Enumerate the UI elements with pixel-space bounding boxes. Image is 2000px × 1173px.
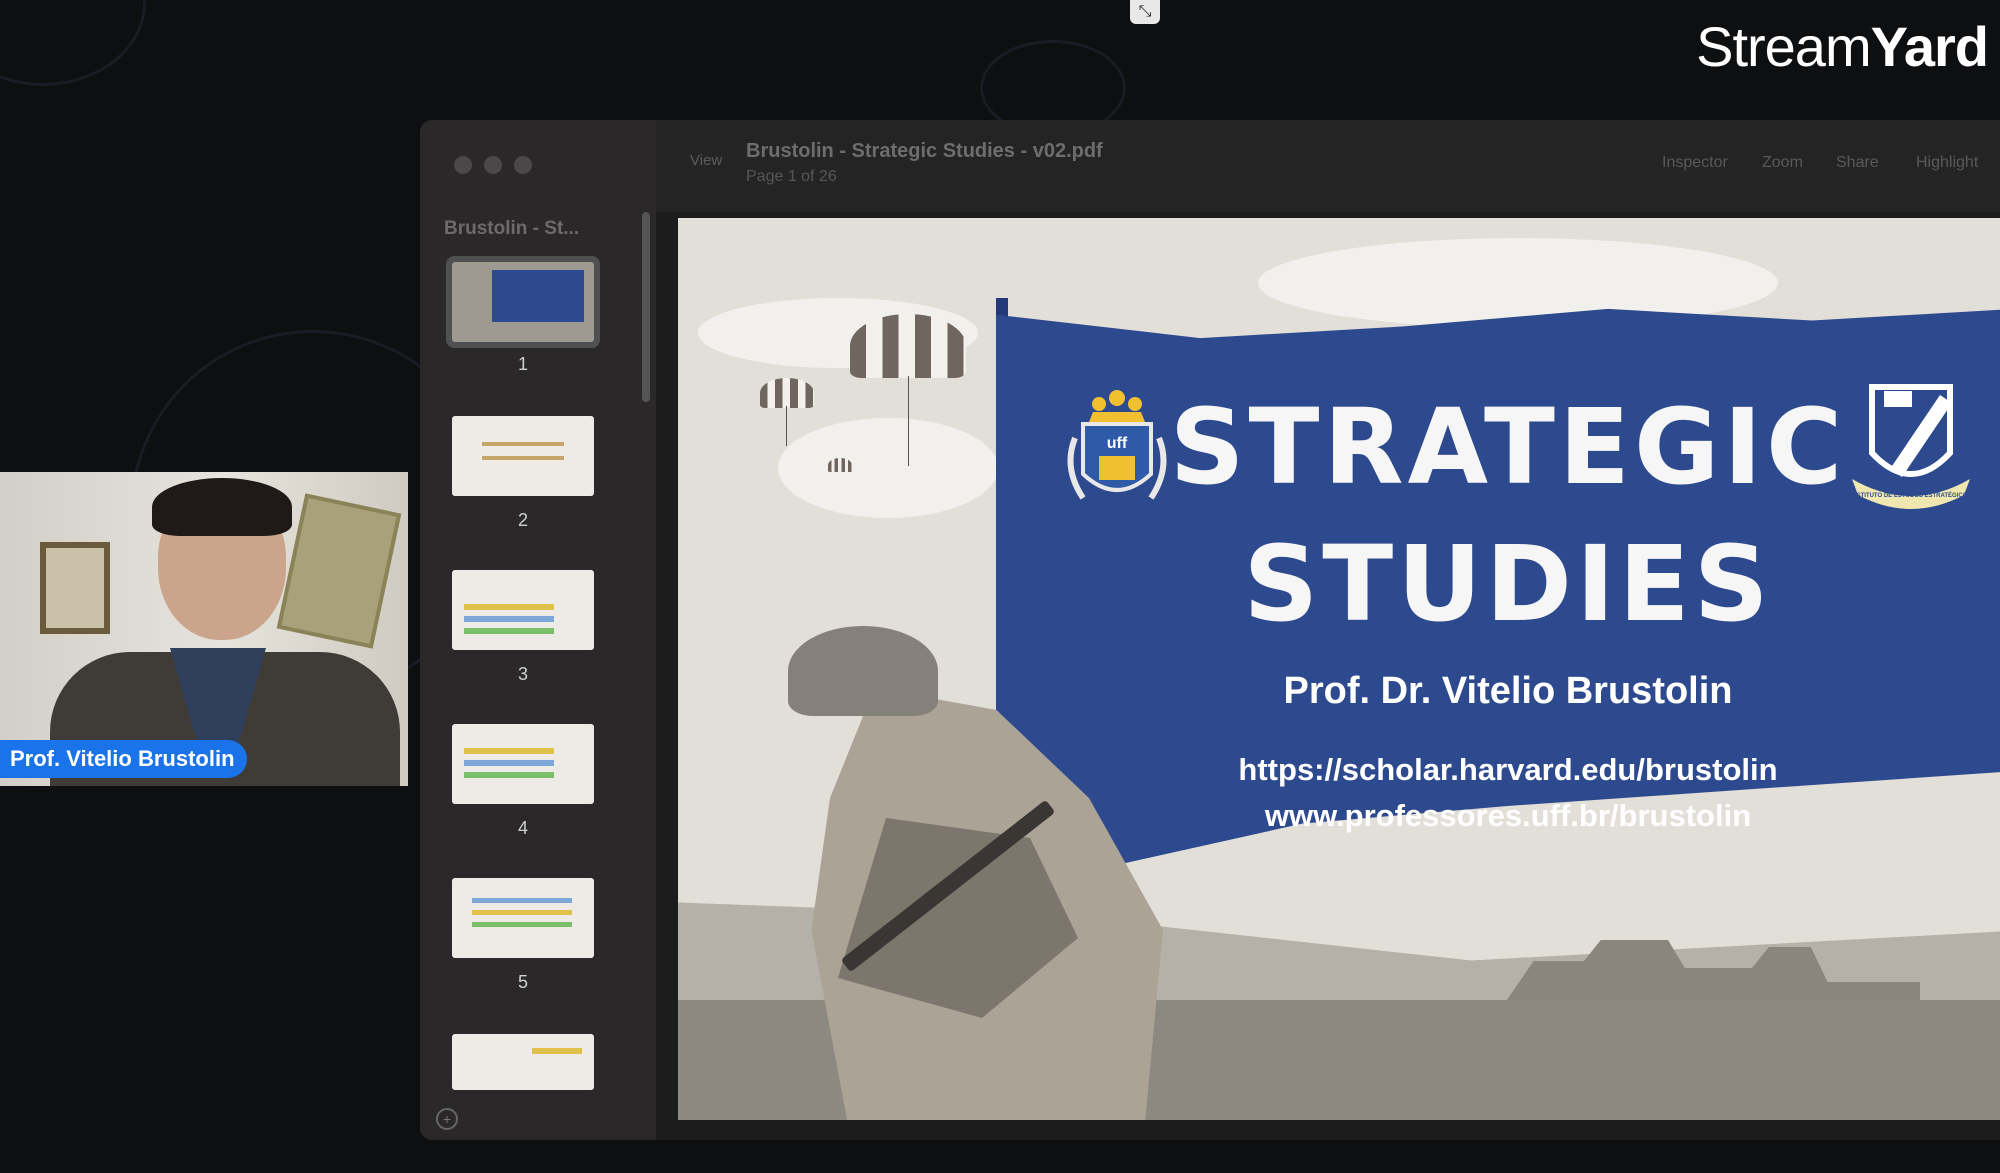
slide-page: uff STRATEGIC STUDIES INSTITUTO DE ESTUD…	[678, 218, 2000, 1120]
slide-title-line2: STUDIES	[1243, 523, 1773, 645]
viewer-toolbar: View Brustolin - Strategic Studies - v02…	[656, 120, 2000, 212]
share-button[interactable]: Share	[1836, 154, 1879, 172]
soldier-helmet	[788, 626, 938, 716]
slide-author: Prof. Dr. Vitelio Brustolin	[1283, 670, 1733, 712]
page-thumbnail-4[interactable]	[452, 724, 594, 804]
webcam-tile	[0, 472, 408, 786]
parachute-medium	[760, 378, 814, 408]
maximize-window-button[interactable]	[514, 156, 532, 174]
screen-share-icon[interactable]: ⤡	[1130, 0, 1160, 24]
page-thumbnail-3[interactable]	[452, 570, 594, 650]
page-thumbnail-5[interactable]	[452, 878, 594, 958]
brand-light: Stream	[1696, 15, 1871, 78]
participant-name-tag: Prof. Vitelio Brustolin	[0, 740, 247, 778]
page-number-2: 2	[517, 510, 528, 530]
sidebar-title: Brustolin - St...	[444, 218, 580, 239]
crest-right-text: INSTITUTO DE ESTUDOS ESTRATÉGICOS	[1851, 491, 1972, 499]
pdf-viewer-window: Brustolin - St... 1 2 3 4 5 + View Brust…	[420, 120, 2000, 1140]
streamyard-logo: StreamYard	[1696, 14, 1989, 79]
page-thumbnail-1[interactable]	[452, 262, 594, 342]
slide-title-line1: STRATEGIC	[1169, 386, 1847, 508]
page-number-3: 3	[517, 664, 528, 684]
thumbnail-sidebar: Brustolin - St... 1 2 3 4 5 +	[420, 120, 656, 1140]
page-thumbnail-2[interactable]	[452, 416, 594, 496]
document-title: Brustolin - Strategic Studies - v02.pdf	[746, 140, 1103, 162]
parachute-small	[828, 458, 852, 472]
brand-bold: Yard	[1870, 15, 1989, 78]
sidebar-scrollbar[interactable]	[642, 212, 650, 402]
highlight-button[interactable]: Highlight	[1916, 154, 1978, 172]
background-decoration	[0, 0, 146, 86]
institute-emblem-icon: INSTITUTO DE ESTUDOS ESTRATÉGICOS	[1851, 384, 1972, 509]
wall-picture-frame	[40, 542, 110, 634]
view-menu-button[interactable]: View	[690, 152, 722, 169]
page-number-1: 1	[517, 354, 528, 374]
close-window-button[interactable]	[454, 156, 472, 174]
slide-link-uff: www.professores.uff.br/brustolin	[1264, 798, 1752, 833]
add-page-icon[interactable]: +	[436, 1108, 458, 1130]
zoom-button[interactable]: Zoom	[1762, 154, 1803, 172]
page-number-5: 5	[517, 972, 528, 992]
page-indicator: Page 1 of 26	[746, 168, 837, 185]
slide-link-harvard: https://scholar.harvard.edu/brustolin	[1238, 752, 1778, 787]
page-thumbnail-6[interactable]	[452, 1034, 594, 1090]
parachute-large	[850, 314, 966, 378]
inspector-button[interactable]: Inspector	[1662, 154, 1728, 172]
page-number-4: 4	[517, 818, 528, 838]
minimize-window-button[interactable]	[484, 156, 502, 174]
